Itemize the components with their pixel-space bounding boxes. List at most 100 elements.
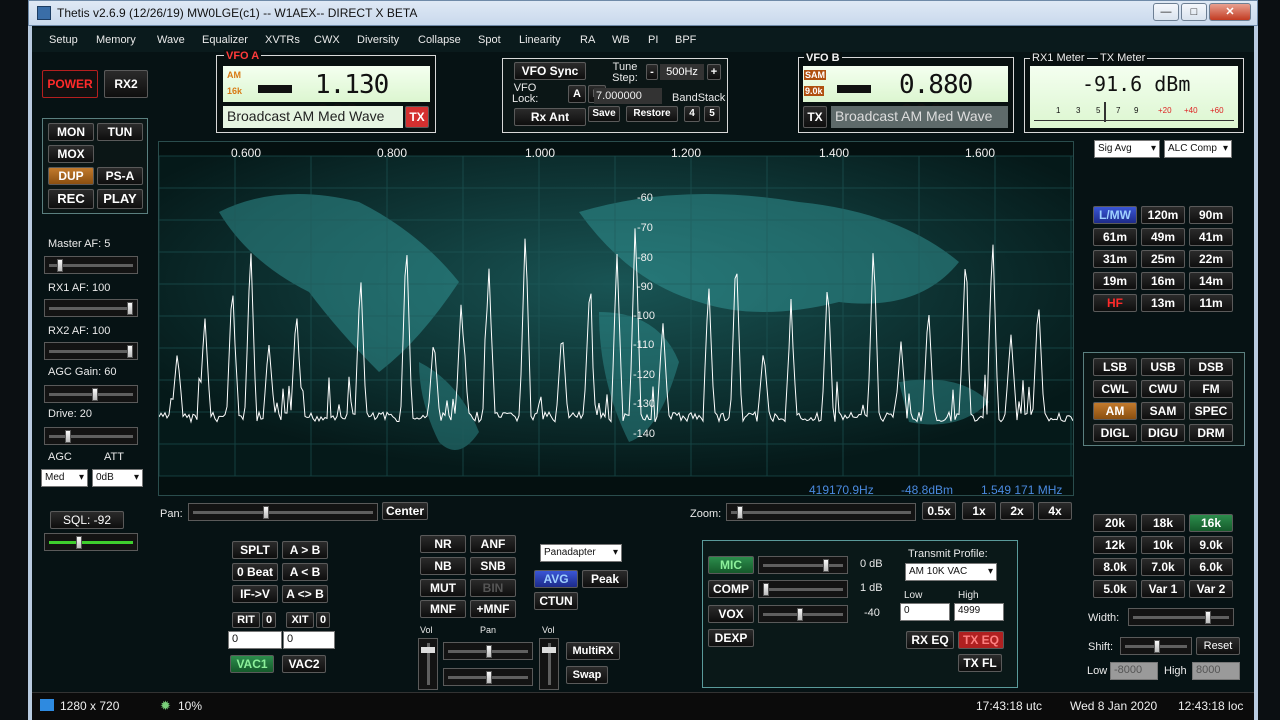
filter-18k-button[interactable]: 18k bbox=[1141, 514, 1185, 532]
snb-button[interactable]: SNB bbox=[470, 557, 516, 575]
mode-digu-button[interactable]: DIGU bbox=[1141, 424, 1185, 442]
ctun-button[interactable]: CTUN bbox=[534, 592, 578, 610]
a-swap-b-button[interactable]: A <> B bbox=[282, 585, 328, 603]
slider-thumb[interactable] bbox=[64, 430, 71, 443]
slider-thumb[interactable] bbox=[127, 302, 133, 315]
rx-eq-button[interactable]: RX EQ bbox=[906, 631, 954, 649]
band-49m-button[interactable]: 49m bbox=[1141, 228, 1185, 246]
rx-meter-select[interactable]: Sig Avg bbox=[1094, 140, 1160, 158]
drive-slider[interactable] bbox=[44, 427, 138, 445]
menu-setup[interactable]: Setup bbox=[49, 34, 78, 46]
band-19m-button[interactable]: 19m bbox=[1093, 272, 1137, 290]
filter-var-2-button[interactable]: Var 2 bbox=[1189, 580, 1233, 598]
tx-high-field[interactable]: 4999 bbox=[954, 603, 1004, 621]
zero-beat-button[interactable]: 0 Beat bbox=[232, 563, 278, 581]
comp-slider[interactable] bbox=[758, 580, 848, 598]
mox-button[interactable]: MOX bbox=[48, 145, 94, 163]
filter-16k-button[interactable]: 16k bbox=[1189, 514, 1233, 532]
filter-10k-button[interactable]: 10k bbox=[1141, 536, 1185, 554]
anf-button[interactable]: ANF bbox=[470, 535, 516, 553]
vox-slider[interactable] bbox=[758, 605, 848, 623]
menu-cwx[interactable]: CWX bbox=[314, 34, 340, 46]
mnf-button[interactable]: MNF bbox=[420, 600, 466, 618]
band-41m-button[interactable]: 41m bbox=[1189, 228, 1233, 246]
vac2-button[interactable]: VAC2 bbox=[282, 655, 326, 673]
master-af-slider[interactable] bbox=[44, 256, 138, 274]
display-mode-select[interactable]: Panadapter bbox=[540, 544, 622, 562]
rec-button[interactable]: REC bbox=[48, 189, 94, 209]
play-button[interactable]: PLAY bbox=[97, 189, 143, 209]
band-hf-button[interactable]: HF bbox=[1093, 294, 1137, 312]
dup-button[interactable]: DUP bbox=[48, 167, 94, 185]
menu-linearity[interactable]: Linearity bbox=[519, 34, 561, 46]
mode-lsb-button[interactable]: LSB bbox=[1093, 358, 1137, 376]
rit-clear-button[interactable]: 0 bbox=[262, 612, 276, 628]
filter-low-field[interactable]: -8000 bbox=[1110, 662, 1158, 680]
zoom-slider[interactable] bbox=[726, 503, 916, 521]
zoom-1x-button[interactable]: 1x bbox=[962, 502, 996, 520]
plus-mnf-button[interactable]: +MNF bbox=[470, 600, 516, 618]
shift-reset-button[interactable]: Reset bbox=[1196, 637, 1240, 655]
mode-fm-button[interactable]: FM bbox=[1189, 380, 1233, 398]
ps-a-button[interactable]: PS-A bbox=[97, 167, 143, 185]
mode-sam-button[interactable]: SAM bbox=[1141, 402, 1185, 420]
vfo-b-display[interactable]: SAM 9.0k 0.880 000 bbox=[803, 66, 1008, 130]
mode-usb-button[interactable]: USB bbox=[1141, 358, 1185, 376]
menu-spot[interactable]: Spot bbox=[478, 34, 501, 46]
power-button[interactable]: POWER bbox=[42, 70, 98, 98]
mute-button[interactable]: MUT bbox=[420, 579, 466, 597]
rx1-vol-slider[interactable] bbox=[418, 638, 438, 690]
agc-select[interactable]: Med bbox=[41, 469, 88, 487]
menu-xvtrs[interactable]: XVTRs bbox=[265, 34, 300, 46]
band-25m-button[interactable]: 25m bbox=[1141, 250, 1185, 268]
slider-thumb[interactable] bbox=[737, 506, 743, 519]
sql-button[interactable]: SQL: -92 bbox=[50, 511, 124, 529]
xit-button[interactable]: XIT bbox=[286, 612, 314, 628]
split-button[interactable]: SPLT bbox=[232, 541, 278, 559]
a-to-b-button[interactable]: A > B bbox=[282, 541, 328, 559]
filter-5-0k-button[interactable]: 5.0k bbox=[1093, 580, 1137, 598]
center-button[interactable]: Center bbox=[382, 502, 428, 520]
band-13m-button[interactable]: 13m bbox=[1141, 294, 1185, 312]
menu-ra[interactable]: RA bbox=[580, 34, 595, 46]
step-plus-button[interactable]: + bbox=[707, 64, 721, 80]
xit-value-field[interactable]: 0 bbox=[283, 631, 335, 649]
step-value-field[interactable]: 7.000000 bbox=[594, 88, 662, 104]
vfo-b-tx-button[interactable]: TX bbox=[803, 106, 827, 128]
tx-low-field[interactable]: 0 bbox=[900, 603, 950, 621]
rx2-af-slider[interactable] bbox=[44, 342, 138, 360]
rit-button[interactable]: RIT bbox=[232, 612, 260, 628]
slider-thumb[interactable] bbox=[486, 645, 492, 658]
nb-button[interactable]: NB bbox=[420, 557, 466, 575]
sql-slider[interactable] bbox=[44, 533, 138, 551]
pan-slider[interactable] bbox=[188, 503, 378, 521]
mode-digl-button[interactable]: DIGL bbox=[1093, 424, 1137, 442]
vfo-lock-a-button[interactable]: A bbox=[568, 85, 586, 103]
rit-value-field[interactable]: 0 bbox=[228, 631, 282, 649]
slider-thumb[interactable] bbox=[823, 559, 829, 572]
filter-var-1-button[interactable]: Var 1 bbox=[1141, 580, 1185, 598]
zoom-0-5x-button[interactable]: 0.5x bbox=[922, 502, 956, 520]
band-90m-button[interactable]: 90m bbox=[1189, 206, 1233, 224]
slider-thumb[interactable] bbox=[797, 608, 803, 621]
filter-20k-button[interactable]: 20k bbox=[1093, 514, 1137, 532]
slider-thumb[interactable] bbox=[1154, 640, 1160, 653]
slider-thumb[interactable] bbox=[127, 345, 133, 358]
tun-button[interactable]: TUN bbox=[97, 123, 143, 141]
band-22m-button[interactable]: 22m bbox=[1189, 250, 1233, 268]
menu-pi[interactable]: PI bbox=[648, 34, 658, 46]
tx-meter-select[interactable]: ALC Comp bbox=[1164, 140, 1232, 158]
vox-button[interactable]: VOX bbox=[708, 605, 754, 623]
menu-memory[interactable]: Memory bbox=[96, 34, 136, 46]
close-button[interactable]: ✕ bbox=[1209, 3, 1251, 21]
slider-thumb[interactable] bbox=[421, 647, 435, 653]
band-l-mw-button[interactable]: L/MW bbox=[1093, 206, 1137, 224]
zoom-4x-button[interactable]: 4x bbox=[1038, 502, 1072, 520]
filter-7-0k-button[interactable]: 7.0k bbox=[1141, 558, 1185, 576]
tx-filter-button[interactable]: TX FL bbox=[958, 654, 1002, 672]
width-slider[interactable] bbox=[1128, 608, 1234, 626]
band-14m-button[interactable]: 14m bbox=[1189, 272, 1233, 290]
menu-bpf[interactable]: BPF bbox=[675, 34, 696, 46]
transmit-profile-select[interactable]: AM 10K VAC bbox=[905, 563, 997, 581]
minimize-button[interactable]: — bbox=[1153, 3, 1179, 21]
